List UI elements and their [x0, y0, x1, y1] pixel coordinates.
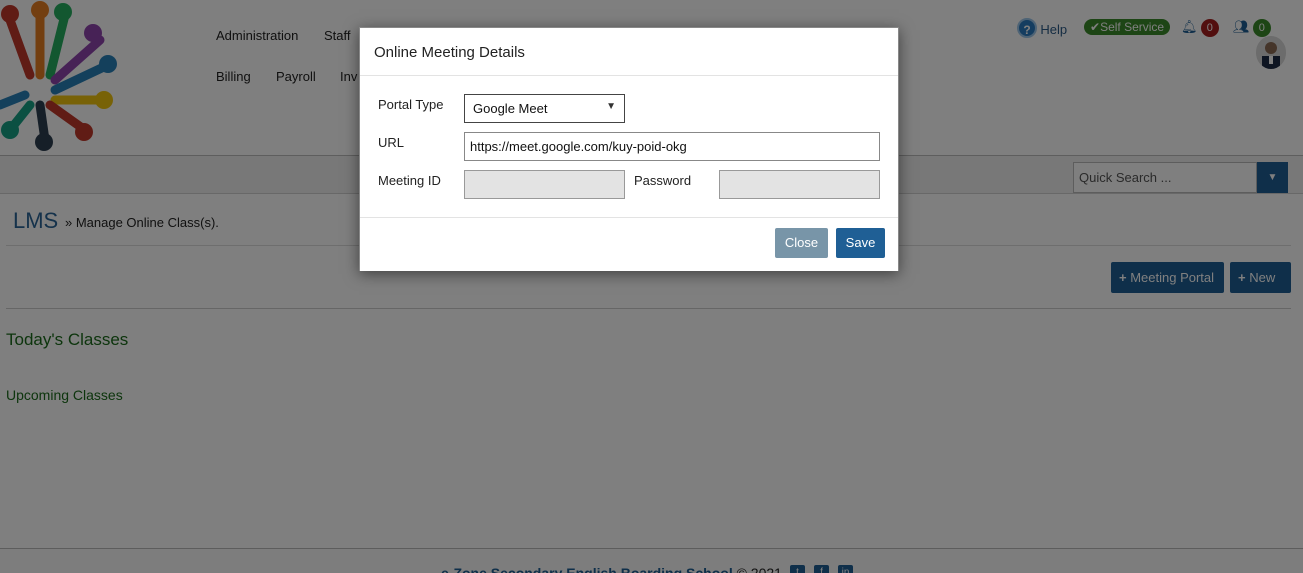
meeting-id-input[interactable] [464, 170, 625, 199]
online-meeting-modal: Online Meeting Details Portal Type Googl… [359, 27, 899, 271]
modal-body: Portal Type Google Meet ▼ URL https://me… [360, 76, 898, 217]
modal-footer: Close Save [360, 217, 898, 271]
save-button[interactable]: Save [836, 228, 885, 258]
portal-type-value: Google Meet [473, 101, 548, 116]
portal-type-select[interactable]: Google Meet ▼ [464, 94, 625, 123]
password-input[interactable] [719, 170, 880, 199]
modal-header: Online Meeting Details [360, 28, 898, 76]
url-label: URL [378, 135, 405, 150]
password-label: Password [634, 173, 692, 188]
url-input[interactable]: https://meet.google.com/kuy-poid-okg [464, 132, 880, 161]
portal-type-label: Portal Type [378, 97, 444, 112]
modal-title: Online Meeting Details [374, 44, 525, 61]
caret-down-icon: ▼ [606, 101, 616, 112]
meeting-id-label: Meeting ID [378, 173, 441, 188]
close-button[interactable]: Close [775, 228, 828, 258]
